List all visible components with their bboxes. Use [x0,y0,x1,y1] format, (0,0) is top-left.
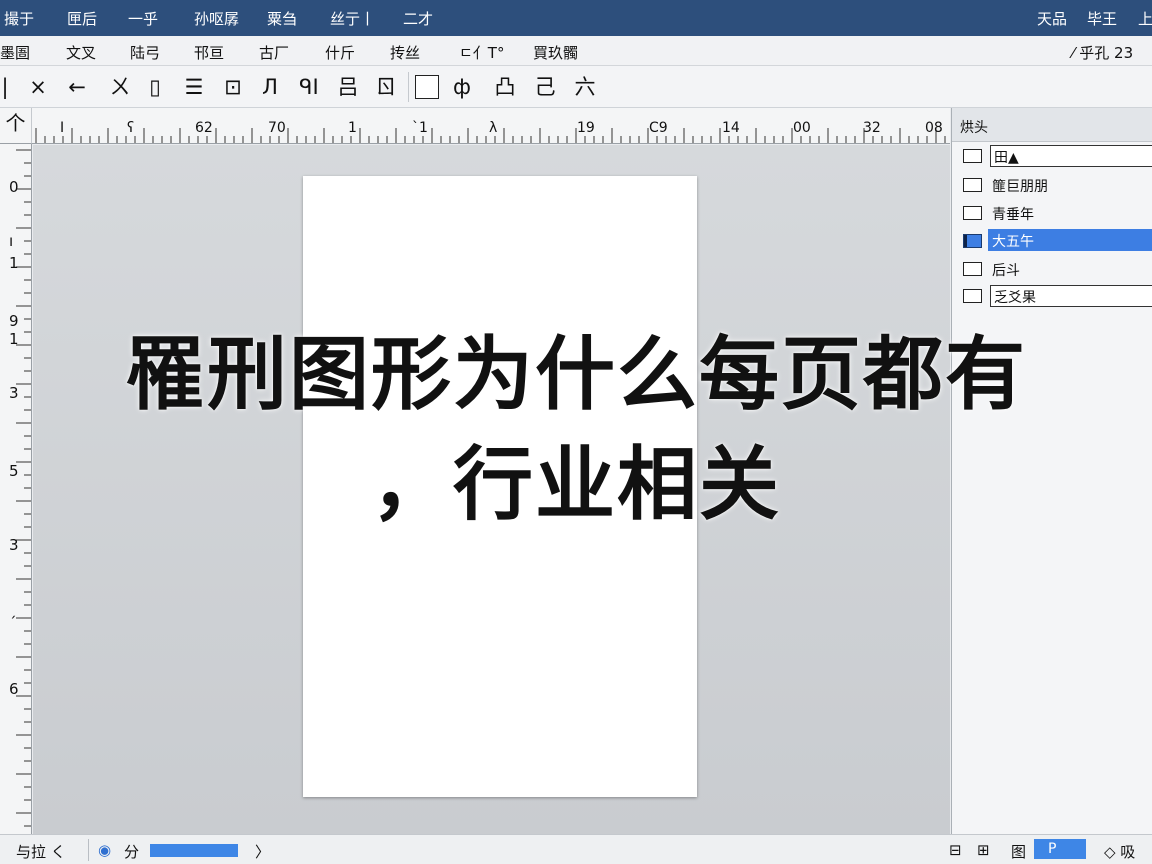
layer-row-selected[interactable]: 大五午 [952,229,1152,253]
layer-checkbox[interactable] [963,206,982,220]
horizontal-ruler[interactable]: I ʕ 62 70 1 ˋ1 λ 19 C9 14 00 32 08 [32,108,950,144]
layer-name-input[interactable]: 田▲ [990,145,1152,167]
overlay-caption-line2: ，行业相关 [371,437,781,531]
arrow-left-icon[interactable]: ← [64,74,90,100]
ruler-label: ˊ [9,614,17,632]
top-right-item-2[interactable]: 毕王 [1087,8,1117,29]
view-single-icon[interactable]: ⊟ [949,841,962,859]
ruler-label: 00 [793,120,811,136]
submenu-item-5[interactable]: 古厂 [259,42,289,63]
menu-item-4[interactable]: 孙呕孱 [194,8,239,29]
panel-header: 烘头 [952,108,1152,142]
submenu-right[interactable]: ⁄ 乎孔 23 [1072,42,1133,63]
menu-item-7[interactable]: 二才 [403,8,433,29]
text-frame-icon[interactable]: ㄖ [373,74,399,100]
ruler-label: 6 [9,680,19,698]
title-menubar: 撮于 匣后 一乎 孙呕孱 粟刍 丝亍丨 二才 天品 毕王 上 [0,0,1152,36]
next-arrow-icon[interactable]: 〉 [255,841,270,862]
layer-checkbox[interactable] [963,262,982,276]
layer-row[interactable]: 田▲ [952,144,1152,168]
ruler-label: 62 [195,120,213,136]
menu-item-5[interactable]: 粟刍 [267,8,297,29]
ruler-label: 14 [722,120,740,136]
zoom-icon[interactable]: ◉ [98,841,111,859]
layer-row[interactable]: 篚巨朋朋 [952,173,1152,197]
submenu-item-3[interactable]: 陆弓 [130,42,160,63]
submenu-item-1[interactable]: 墨圄 [0,42,30,63]
status-last-item[interactable]: ◇ 吸 [1104,841,1135,862]
toolbar: | × ← ㄨ ▯ ☰ ⊡ Л ᑫI 吕 ㄖ ф 凸 己 六 [0,66,1152,108]
layer-name: 篚巨朋朋 [992,179,1048,195]
ruler-label: 1 [348,120,357,136]
ruler-label: 08 [925,120,943,136]
tool-bar-icon[interactable]: | [0,74,18,100]
ruler-label: 70 [268,120,286,136]
layer-name: 大五午 [988,229,1152,251]
ruler-label: ˋ1 [412,120,428,136]
ruler-label: 32 [863,120,881,136]
cross-tool-icon[interactable]: ㄨ [107,74,133,100]
toolbar-separator [408,72,409,102]
group-icon[interactable]: 吕 [335,74,361,100]
page-nav-label[interactable]: 与拉 く [16,841,66,862]
menu-item-1[interactable]: 撮于 [4,8,34,29]
ruler-label: 19 [577,120,595,136]
ruler-label: C9 [649,120,668,136]
status-separator [88,839,89,861]
submenu-item-4[interactable]: 邗亘 [194,42,224,63]
curve-tool-icon[interactable]: 己 [532,74,558,100]
path-icon[interactable]: Л [257,74,283,100]
layer-row[interactable]: 青垂年 [952,201,1152,225]
frame-icon[interactable]: ⊡ [220,74,246,100]
ruler-label: ʕ [127,120,135,136]
layer-row[interactable]: 后斗 [952,257,1152,281]
align-icon[interactable]: ☰ [181,74,207,100]
layer-checkbox[interactable] [963,234,982,248]
shape-tool-icon[interactable]: 凸 [492,74,518,100]
ruler-label: ı [9,232,14,250]
submenu-item-2[interactable]: 文叉 [66,42,96,63]
zoom-label: 分 [124,843,140,861]
submenu-item-9[interactable]: 買玖髑 [533,42,578,63]
color-swatch-icon[interactable] [415,75,439,99]
ruler-label: 3 [9,536,19,554]
star-tool-icon[interactable]: 六 [572,74,598,100]
panel-title: 烘头 [960,120,988,136]
top-right-item-1[interactable]: 天品 [1037,8,1067,29]
layer-checkbox[interactable] [963,149,982,163]
submenu-item-6[interactable]: 什斤 [325,42,355,63]
ruler-label: 0 [9,178,19,196]
submenu-item-7[interactable]: 抟丝 [390,42,420,63]
view-grid-icon[interactable]: ⊞ [977,841,990,859]
menu-item-3[interactable]: 一乎 [128,8,158,29]
ruler-label: λ [489,120,498,136]
top-right-item-3[interactable]: 上 [1138,8,1152,29]
ruler-label: I [60,120,65,136]
status-bar: 与拉 く ◉ 分 〉 ⊟ ⊞ 图 P ◇ 吸 [0,834,1152,864]
distribute-icon[interactable]: ᑫI [296,74,322,100]
layer-row[interactable]: 乏爻果 [952,284,1152,308]
ruler-corner[interactable]: 个 [0,108,32,144]
submenu-item-8[interactable]: ㄷ亻T° [459,42,504,63]
menu-item-6[interactable]: 丝亍丨 [330,8,375,29]
close-icon[interactable]: × [25,74,51,100]
layer-name: 青垂年 [992,207,1034,223]
overlay-caption-line1: 罹刑图形为什么每页都有 [125,327,1027,421]
view-mode-button[interactable]: P [1034,839,1086,859]
ruler-label: 1 [9,254,19,272]
secondary-menubar: 墨圄 文叉 陆弓 邗亘 古厂 什斤 抟丝 ㄷ亻T° 買玖髑 ⁄ 乎孔 23 [0,36,1152,66]
view-image-icon[interactable]: 图 [1011,841,1026,862]
layer-name: 后斗 [992,263,1020,279]
zoom-slider[interactable] [150,844,238,857]
layer-checkbox[interactable] [963,289,982,303]
rectangle-tool-icon[interactable]: ▯ [142,74,168,100]
menu-item-2[interactable]: 匣后 [67,8,97,29]
layer-checkbox[interactable] [963,178,982,192]
pen-tool-icon[interactable]: ф [449,74,475,100]
layer-name-input[interactable]: 乏爻果 [990,285,1152,307]
